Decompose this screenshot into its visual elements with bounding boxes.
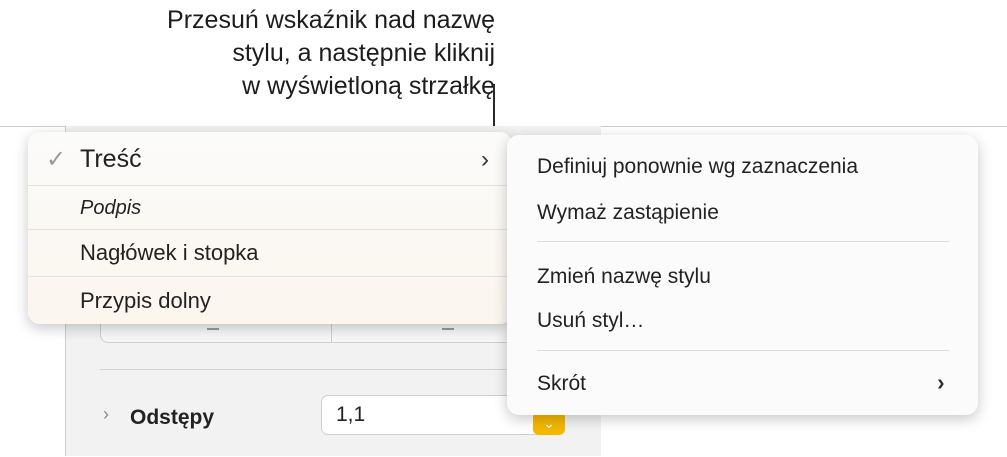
style-item-label: Podpis bbox=[80, 197, 142, 219]
style-item-tresc[interactable]: ✓ Treść › bbox=[28, 132, 512, 185]
menu-item-shortcut[interactable]: Skrót bbox=[537, 372, 586, 396]
spacing-label: Odstępy bbox=[130, 406, 215, 429]
style-item-podpis[interactable]: Podpis bbox=[28, 185, 512, 230]
chevron-right-icon[interactable]: › bbox=[937, 369, 945, 396]
style-item-naglowek-i-stopka[interactable]: Nagłówek i stopka bbox=[28, 229, 512, 277]
menu-item-delete-style[interactable]: Usuń styl… bbox=[537, 309, 644, 333]
checkmark-icon: ✓ bbox=[46, 146, 67, 173]
menu-item-rename-style[interactable]: Zmień nazwę stylu bbox=[537, 265, 711, 289]
style-item-label: Treść bbox=[80, 145, 142, 173]
callout-line-2: stylu, a następnie kliknij bbox=[232, 39, 495, 67]
spacing-value: 1,1 bbox=[336, 403, 366, 426]
segment-left-glyph bbox=[207, 328, 219, 330]
menu-item-clear-override[interactable]: Wymaż zastąpienie bbox=[537, 201, 719, 225]
paragraph-style-menu: ✓ Treść › Podpis Nagłówek i stopka Przyp… bbox=[28, 132, 512, 324]
style-item-przypis-dolny[interactable]: Przypis dolny bbox=[28, 276, 512, 324]
callout-line-3: w wyświetloną strzałkę bbox=[242, 72, 495, 100]
disclosure-chevron-icon[interactable]: › bbox=[103, 404, 109, 425]
menu-separator bbox=[537, 350, 949, 351]
style-item-label: Nagłówek i stopka bbox=[80, 240, 259, 265]
menu-separator bbox=[537, 241, 949, 242]
section-divider bbox=[100, 369, 566, 370]
style-context-menu: Definiuj ponownie wg zaznaczenia Wymaż z… bbox=[507, 135, 978, 415]
chevron-right-icon[interactable]: › bbox=[481, 146, 489, 174]
style-item-label: Przypis dolny bbox=[80, 288, 211, 313]
menu-item-redefine[interactable]: Definiuj ponownie wg zaznaczenia bbox=[537, 155, 858, 179]
callout-text: Przesuń wskaźnik nad nazwę stylu, a nast… bbox=[0, 4, 495, 103]
segment-right-glyph bbox=[442, 328, 454, 330]
callout-line-1: Przesuń wskaźnik nad nazwę bbox=[167, 6, 495, 34]
